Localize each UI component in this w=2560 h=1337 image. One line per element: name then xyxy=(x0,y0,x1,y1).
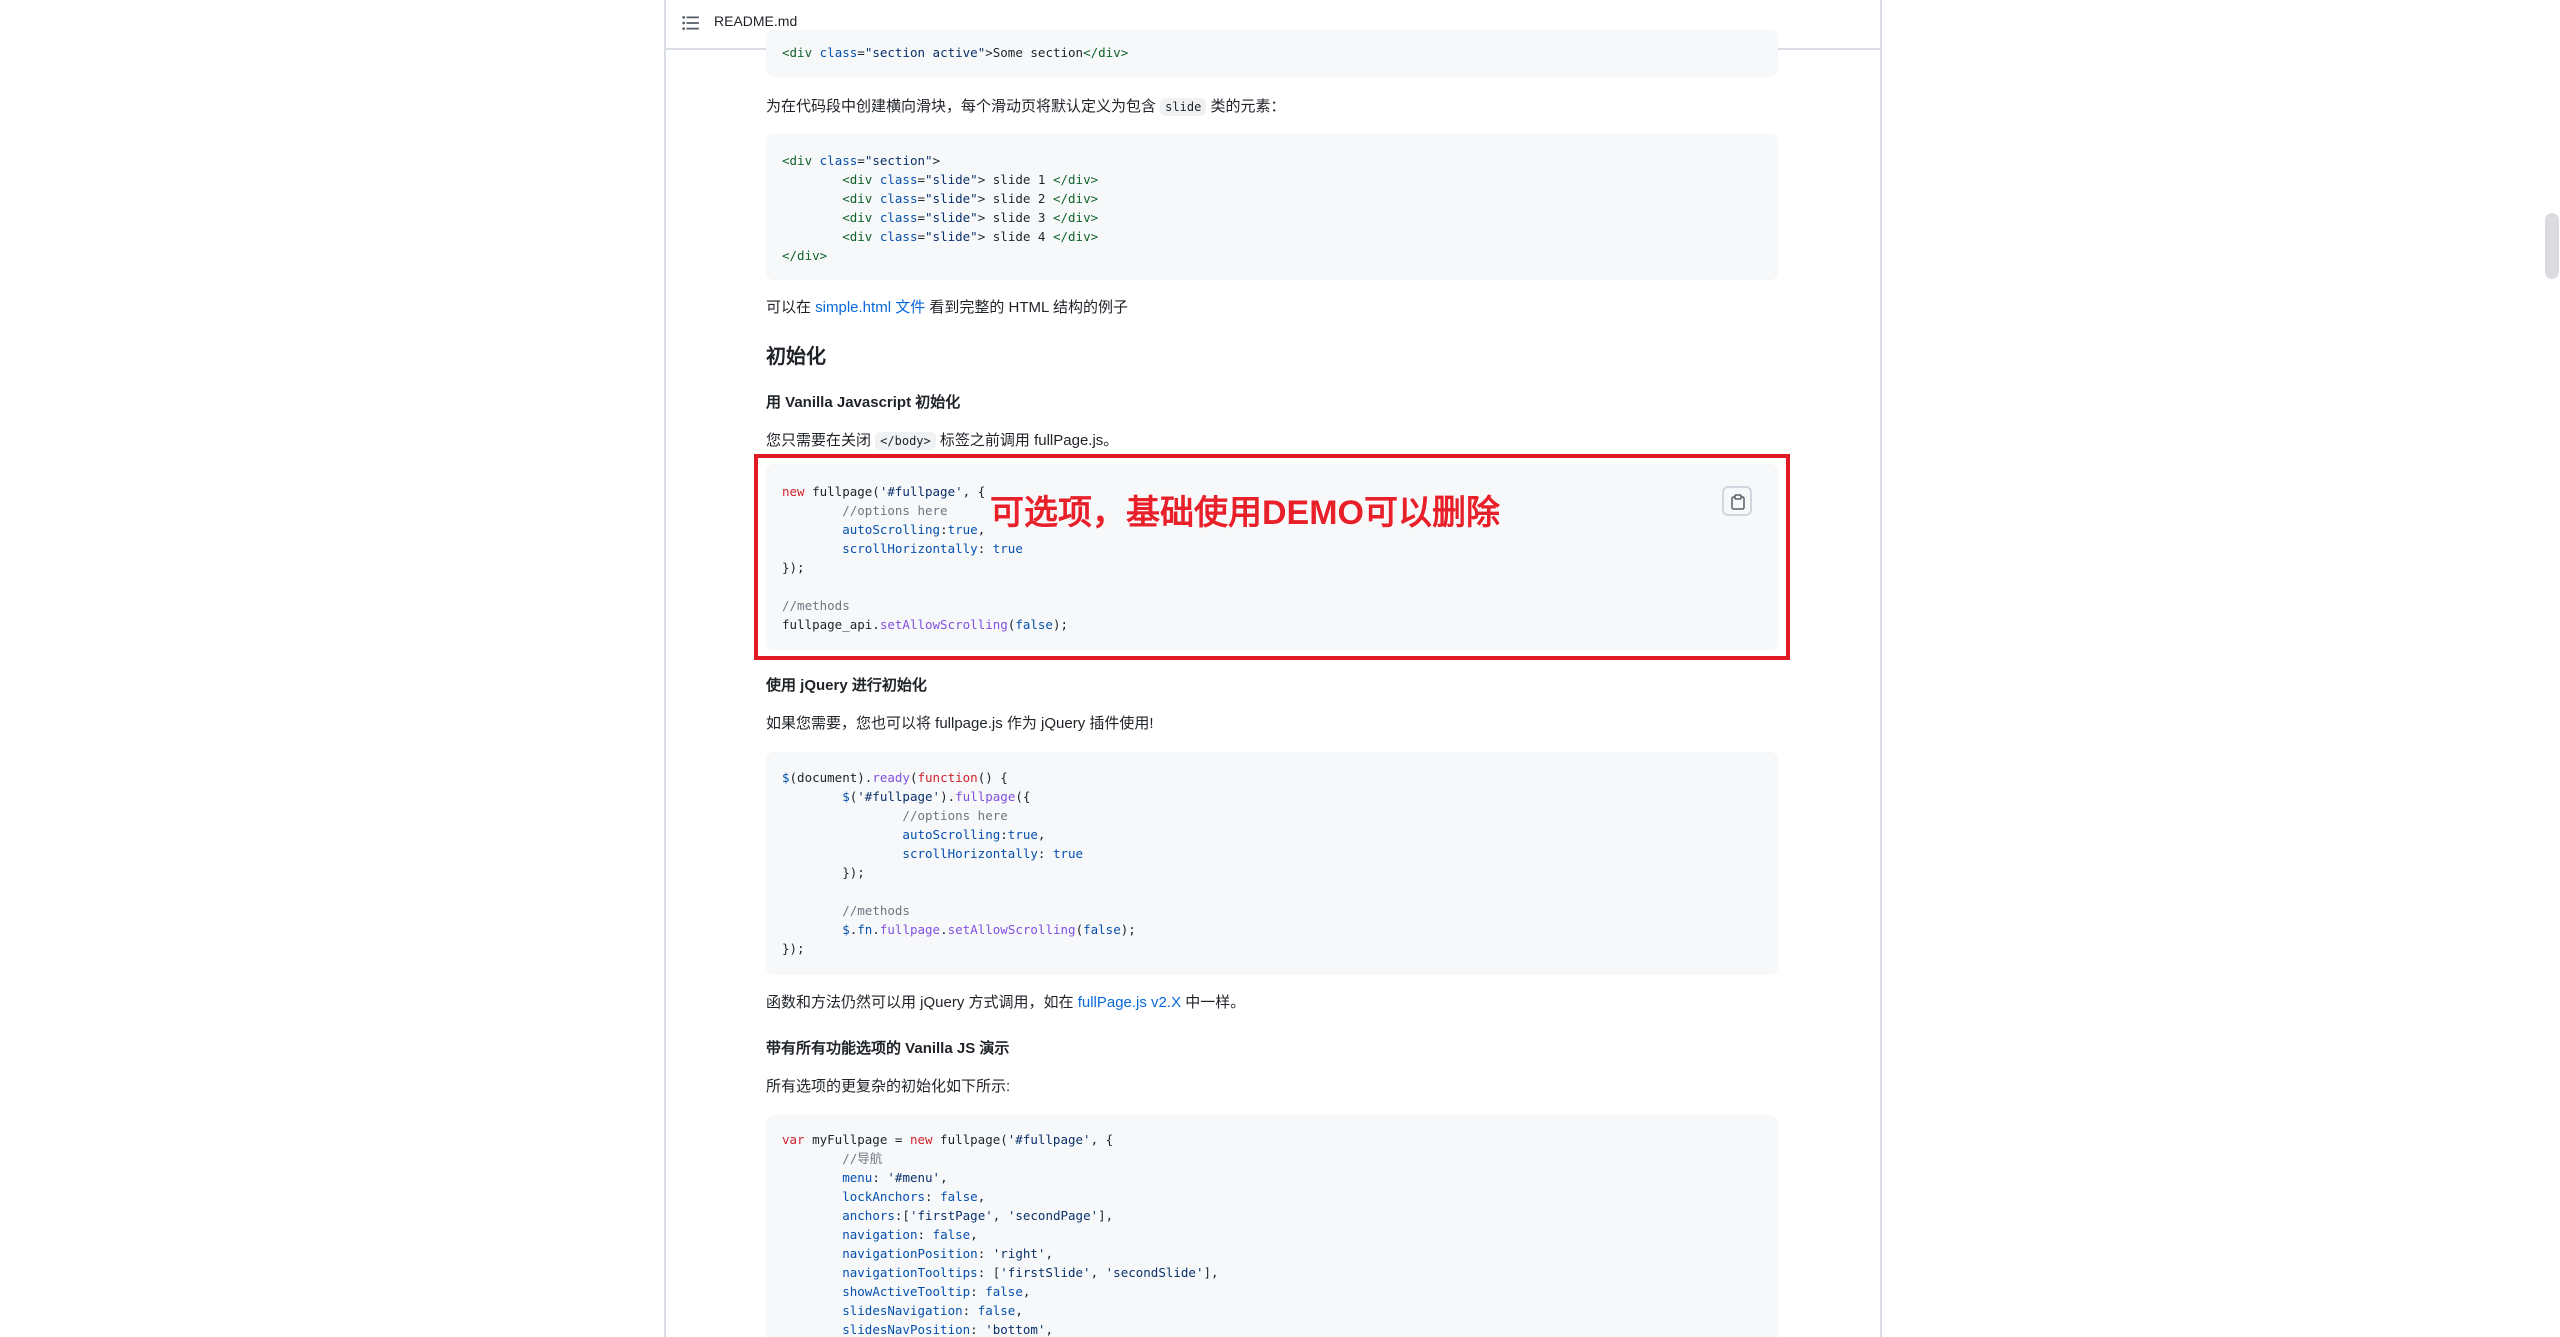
inline-code-body: </body> xyxy=(875,432,936,450)
paragraph-body: 您只需要在关闭 </body> 标签之前调用 fullPage.js。 xyxy=(766,432,1119,450)
paragraph-example: 可以在 simple.html 文件 看到完整的 HTML 结构的例子 xyxy=(766,299,1128,316)
scrollbar-track[interactable] xyxy=(2544,0,2560,1337)
inline-code-slide: slide xyxy=(1160,98,1207,116)
paragraph-jquery: 如果您需要，您也可以将 fullpage.js 作为 jQuery 插件使用! xyxy=(766,715,1154,732)
file-name: README.md xyxy=(714,13,798,29)
code-line: <div class="section active">Some section… xyxy=(782,45,1129,60)
highlight-box xyxy=(754,454,1790,660)
scrollbar-thumb[interactable] xyxy=(2545,213,2559,279)
code-block-demo: var myFullpage = new fullpage('#fullpage… xyxy=(766,1115,1778,1337)
heading-jquery: 使用 jQuery 进行初始化 xyxy=(766,677,927,694)
fullpage-v2-link[interactable]: fullPage.js v2.X xyxy=(1078,994,1181,1011)
toc-list-icon[interactable] xyxy=(682,15,700,31)
paragraph-v2: 函数和方法仍然可以用 jQuery 方式调用，如在 fullPage.js v2… xyxy=(766,994,1246,1011)
paragraph-slides: 为在代码段中创建横向滑块，每个滑动页将默认定义为包含 slide 类的元素： xyxy=(766,98,1286,116)
code-block-jquery: $(document).ready(function() { $('#fullp… xyxy=(766,752,1778,975)
heading-demo: 带有所有功能选项的 Vanilla JS 演示 xyxy=(766,1040,1010,1057)
heading-vanilla: 用 Vanilla Javascript 初始化 xyxy=(766,394,961,411)
code-block-slides: <div class="section"> <div class="slide"… xyxy=(766,134,1778,280)
code-block-section: <div class="section active">Some section… xyxy=(766,30,1778,77)
annotation-text: 可选项，基础使用DEMO可以删除 xyxy=(990,494,1500,532)
readme-panel: README.md <div class="section active">So… xyxy=(664,0,1882,1337)
code-content: <div class="section"> <div class="slide"… xyxy=(782,153,1099,263)
code-content: var myFullpage = new fullpage('#fullpage… xyxy=(782,1132,1219,1337)
paragraph-options: 所有选项的更复杂的初始化如下所示: xyxy=(766,1078,1011,1095)
simple-html-link[interactable]: simple.html 文件 xyxy=(815,299,925,316)
heading-init: 初始化 xyxy=(766,346,826,368)
code-content: $(document).ready(function() { $('#fullp… xyxy=(782,770,1136,956)
